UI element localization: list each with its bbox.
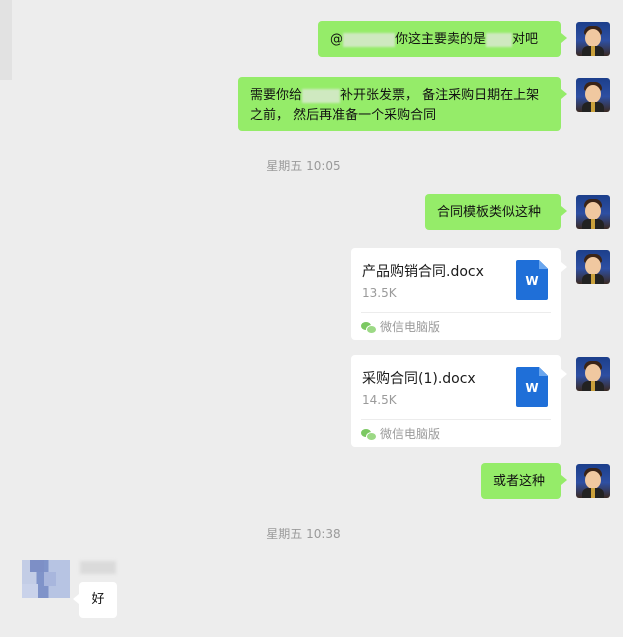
- wechat-icon: [361, 428, 377, 441]
- file-size: 14.5K: [362, 393, 397, 407]
- file-source: 微信电脑版: [361, 318, 440, 335]
- message-text: 好: [91, 592, 105, 607]
- contact-name-redacted: [80, 561, 116, 574]
- timestamp: 星期五 10:05: [266, 159, 341, 173]
- divider: [361, 419, 551, 420]
- message-text: @: [330, 32, 343, 47]
- file-card[interactable]: 产品购销合同.docx 13.5K W 微信电脑版: [351, 248, 567, 340]
- message-text: 需要你给: [250, 88, 303, 103]
- file-card[interactable]: 采购合同(1).docx 14.5K W 微信电脑版: [351, 355, 567, 447]
- message-bubble[interactable]: 需要你给 补开张发票， 备注采购日期在上架之前， 然后再准备一个采购合同: [238, 77, 567, 131]
- message-text: 你这主要卖的是: [395, 32, 487, 47]
- my-avatar[interactable]: [576, 195, 610, 229]
- file-source: 微信电脑版: [361, 425, 440, 442]
- divider: [361, 312, 551, 313]
- my-avatar[interactable]: [576, 22, 610, 56]
- file-name: 采购合同(1).docx: [362, 371, 476, 387]
- my-avatar[interactable]: [576, 78, 610, 112]
- message-text: 合同模板类似这种: [437, 205, 542, 220]
- my-avatar[interactable]: [576, 464, 610, 498]
- my-avatar[interactable]: [576, 357, 610, 391]
- file-source-label: 微信电脑版: [380, 320, 441, 334]
- message-bubble[interactable]: 好: [73, 582, 117, 618]
- message-bubble[interactable]: 或者这种: [481, 463, 567, 499]
- file-source-label: 微信电脑版: [380, 427, 441, 441]
- file-size: 13.5K: [362, 286, 397, 300]
- message-bubble[interactable]: @ 你这主要卖的是 对吧: [318, 21, 567, 57]
- file-name: 产品购销合同.docx: [362, 264, 484, 280]
- message-text: 对吧: [512, 32, 539, 47]
- timestamp: 星期五 10:38: [266, 527, 341, 541]
- scrollbar-track[interactable]: [0, 0, 12, 80]
- redacted-name: [302, 88, 341, 103]
- my-avatar[interactable]: [576, 250, 610, 284]
- message-text: 或者这种: [493, 474, 546, 489]
- message-bubble[interactable]: 合同模板类似这种: [425, 194, 567, 230]
- redacted-product: [486, 32, 513, 47]
- redacted-name: [343, 32, 395, 47]
- wechat-icon: [361, 321, 377, 334]
- contact-avatar[interactable]: [22, 560, 70, 598]
